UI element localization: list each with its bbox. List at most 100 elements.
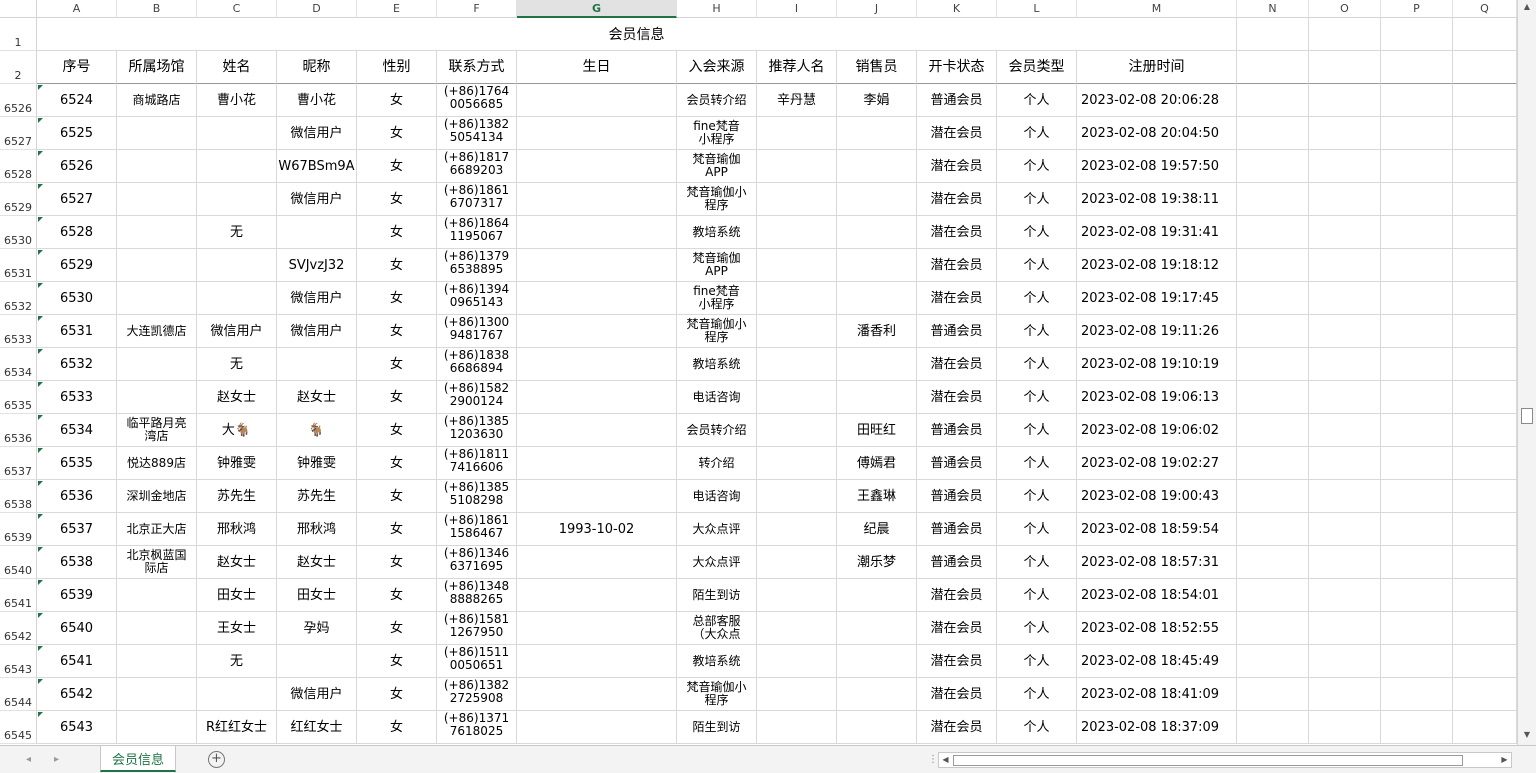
column-header-k[interactable]: K: [917, 0, 997, 18]
grid-cell[interactable]: 电话咨询: [677, 381, 757, 414]
grid-cell[interactable]: 梵音瑜伽 APP: [677, 150, 757, 183]
empty-cell[interactable]: [1237, 645, 1309, 678]
grid-cell[interactable]: 苏先生: [277, 480, 357, 513]
grid-cell[interactable]: 个人: [997, 711, 1077, 744]
grid-cell[interactable]: 个人: [997, 150, 1077, 183]
grid-cell[interactable]: 邢秋鸿: [277, 513, 357, 546]
column-header-q[interactable]: Q: [1453, 0, 1517, 18]
column-header-p[interactable]: P: [1381, 0, 1453, 18]
grid-cell[interactable]: [517, 117, 677, 150]
grid-cell[interactable]: [117, 282, 197, 315]
empty-cell[interactable]: [1381, 51, 1453, 84]
grid-cell[interactable]: [117, 612, 197, 645]
grid-cell[interactable]: [757, 150, 837, 183]
grid-cell[interactable]: 赵女士: [277, 381, 357, 414]
grid-cell[interactable]: 个人: [997, 216, 1077, 249]
row-header[interactable]: 6540: [0, 546, 37, 579]
empty-cell[interactable]: [1237, 51, 1309, 84]
row-header[interactable]: 6533: [0, 315, 37, 348]
grid-cell[interactable]: 电话咨询: [677, 480, 757, 513]
column-header-e[interactable]: E: [357, 0, 437, 18]
grid-cell[interactable]: 个人: [997, 381, 1077, 414]
empty-cell[interactable]: [1453, 414, 1517, 447]
empty-cell[interactable]: [1237, 150, 1309, 183]
empty-cell[interactable]: [1309, 711, 1381, 744]
scroll-right-arrow-icon[interactable]: ▶: [1498, 753, 1511, 767]
grid-cell[interactable]: 个人: [997, 546, 1077, 579]
empty-cell[interactable]: [1237, 381, 1309, 414]
row-header[interactable]: 6528: [0, 150, 37, 183]
empty-cell[interactable]: [1237, 480, 1309, 513]
grid-cell[interactable]: SVJvzJ32: [277, 249, 357, 282]
grid-cell[interactable]: 微信用户: [277, 117, 357, 150]
empty-cell[interactable]: [1453, 381, 1517, 414]
grid-cell[interactable]: [197, 282, 277, 315]
grid-cell[interactable]: [837, 381, 917, 414]
grid-cell[interactable]: 女: [357, 447, 437, 480]
grid-cell[interactable]: [757, 678, 837, 711]
empty-cell[interactable]: [1453, 645, 1517, 678]
column-header-i[interactable]: I: [757, 0, 837, 18]
grid-cell[interactable]: (+86)1346 6371695: [437, 546, 517, 579]
empty-cell[interactable]: [1453, 579, 1517, 612]
column-title-cell[interactable]: 性别: [357, 51, 437, 84]
empty-cell[interactable]: [1453, 117, 1517, 150]
column-title-cell[interactable]: 联系方式: [437, 51, 517, 84]
grid-cell[interactable]: 女: [357, 249, 437, 282]
grid-cell[interactable]: [837, 678, 917, 711]
row-header[interactable]: 6537: [0, 447, 37, 480]
empty-cell[interactable]: [1381, 546, 1453, 579]
grid-cell[interactable]: 王女士: [197, 612, 277, 645]
column-title-cell[interactable]: 推荐人名: [757, 51, 837, 84]
empty-cell[interactable]: [1381, 480, 1453, 513]
grid-cell[interactable]: (+86)1764 0056685: [437, 84, 517, 117]
grid-cell[interactable]: 红红女士: [277, 711, 357, 744]
grid-cell[interactable]: 潜在会员: [917, 381, 997, 414]
grid-cell[interactable]: 女: [357, 117, 437, 150]
grid-cell[interactable]: [837, 612, 917, 645]
grid-cell[interactable]: 苏先生: [197, 480, 277, 513]
grid-cell[interactable]: 辛丹慧: [757, 84, 837, 117]
row-header[interactable]: 6544: [0, 678, 37, 711]
grid-cell[interactable]: 钟雅雯: [277, 447, 357, 480]
grid-cell[interactable]: 2023-02-08 18:59:54: [1077, 513, 1237, 546]
grid-cell[interactable]: [837, 645, 917, 678]
empty-cell[interactable]: [1237, 447, 1309, 480]
grid-cell[interactable]: (+86)1385 1203630: [437, 414, 517, 447]
empty-cell[interactable]: [1309, 381, 1381, 414]
grid-cell[interactable]: 个人: [997, 249, 1077, 282]
grid-cell[interactable]: [197, 117, 277, 150]
empty-cell[interactable]: [1309, 579, 1381, 612]
grid-cell[interactable]: 大众点评: [677, 513, 757, 546]
grid-cell[interactable]: [517, 183, 677, 216]
empty-cell[interactable]: [1453, 546, 1517, 579]
empty-cell[interactable]: [1237, 282, 1309, 315]
grid-cell[interactable]: [117, 183, 197, 216]
grid-cell[interactable]: 普通会员: [917, 513, 997, 546]
empty-cell[interactable]: [1237, 678, 1309, 711]
column-header-f[interactable]: F: [437, 0, 517, 18]
empty-cell[interactable]: [1237, 711, 1309, 744]
row-header[interactable]: 6531: [0, 249, 37, 282]
grid-cell[interactable]: 女: [357, 546, 437, 579]
grid-cell[interactable]: 6539: [37, 579, 117, 612]
empty-cell[interactable]: [1309, 480, 1381, 513]
grid-cell[interactable]: 无: [197, 216, 277, 249]
row-header[interactable]: 6529: [0, 183, 37, 216]
grid-cell[interactable]: 个人: [997, 183, 1077, 216]
scroll-left-arrow-icon[interactable]: ◀: [939, 753, 952, 767]
empty-cell[interactable]: [1237, 84, 1309, 117]
column-title-cell[interactable]: 序号: [37, 51, 117, 84]
empty-cell[interactable]: [1453, 315, 1517, 348]
grid-cell[interactable]: 2023-02-08 18:41:09: [1077, 678, 1237, 711]
grid-cell[interactable]: [117, 579, 197, 612]
grid-cell[interactable]: 大🐐: [197, 414, 277, 447]
grid-cell[interactable]: [837, 117, 917, 150]
empty-cell[interactable]: [1309, 348, 1381, 381]
grid-cell[interactable]: 曹小花: [277, 84, 357, 117]
grid-cell[interactable]: 2023-02-08 19:18:12: [1077, 249, 1237, 282]
grid-cell[interactable]: 2023-02-08 19:31:41: [1077, 216, 1237, 249]
grid-cell[interactable]: [837, 183, 917, 216]
column-header-c[interactable]: C: [197, 0, 277, 18]
grid-cell[interactable]: 田女士: [197, 579, 277, 612]
